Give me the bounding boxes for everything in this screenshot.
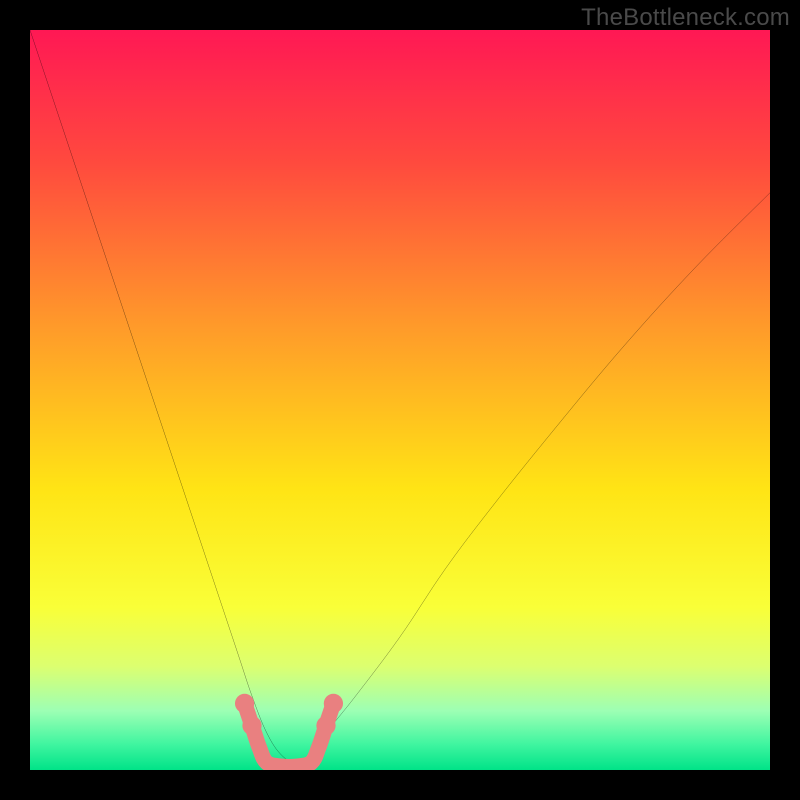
chart-container: TheBottleneck.com bbox=[0, 0, 800, 800]
curve-layer bbox=[30, 30, 770, 770]
plot-area bbox=[30, 30, 770, 770]
bottleneck-curve bbox=[30, 30, 770, 763]
watermark-text: TheBottleneck.com bbox=[581, 4, 790, 32]
marker-band bbox=[245, 703, 334, 766]
